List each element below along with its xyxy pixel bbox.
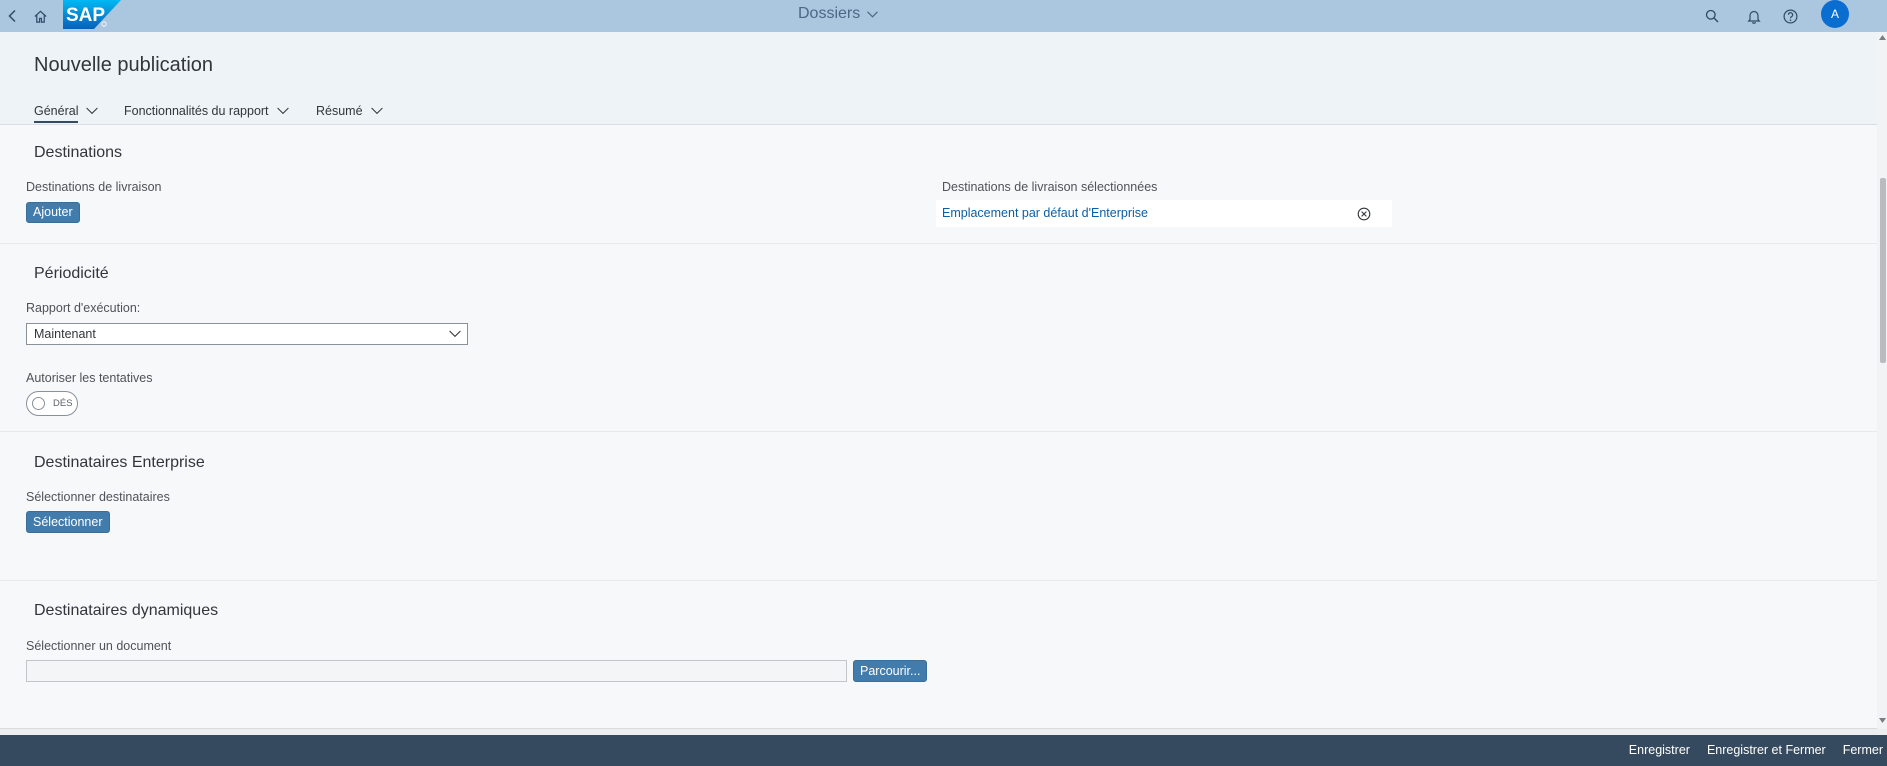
chevron-down-icon <box>867 10 879 18</box>
chevron-down-icon <box>276 107 289 115</box>
selected-destinations-list: Emplacement par défaut d'Enterprise <box>936 200 1392 227</box>
switch-knob <box>32 397 45 410</box>
section-heading: Destinataires Enterprise <box>34 454 205 471</box>
switch-state-text: DÉS <box>53 398 73 409</box>
run-report-select[interactable]: Maintenant <box>26 323 468 345</box>
tab-general[interactable]: Général <box>34 103 99 119</box>
tab-label: Général <box>34 104 79 118</box>
user-avatar[interactable]: A <box>1821 0 1849 28</box>
select-recipients-button[interactable]: Sélectionner <box>26 511 110 533</box>
section-heading: Destinataires dynamiques <box>34 602 219 619</box>
page-title: Nouvelle publication <box>34 54 214 76</box>
section-dynamic-recipients: Destinataires dynamiques Sélectionner un… <box>0 580 1877 729</box>
tab-report-features[interactable]: Fonctionnalités du rapport <box>124 103 289 119</box>
chevron-down-icon <box>86 107 99 115</box>
selected-destination-link[interactable]: Emplacement par défaut d'Enterprise <box>942 200 1148 227</box>
run-report-label: Rapport d'exécution: <box>26 301 141 315</box>
selected-destinations-label: Destinations de livraison sélectionnées <box>942 180 1158 194</box>
remove-destination-button[interactable] <box>1356 206 1371 221</box>
selected-tab-indicator <box>34 121 78 123</box>
scroll-up-icon[interactable] <box>1879 35 1886 40</box>
section-periodicity: Périodicité Rapport d'exécution: Mainten… <box>0 243 1877 431</box>
delivery-destinations-label: Destinations de livraison <box>26 180 162 194</box>
bell-icon <box>1747 10 1761 24</box>
sap-logo[interactable]: SAP <box>63 0 121 29</box>
select-document-label: Sélectionner un document <box>26 639 172 653</box>
close-button[interactable]: Fermer <box>1843 735 1883 766</box>
save-button[interactable]: Enregistrer <box>1629 735 1690 766</box>
tab-label: Fonctionnalités du rapport <box>124 104 269 118</box>
shell-bar: SAP Dossiers A <box>0 0 1887 32</box>
document-path-input[interactable] <box>26 660 847 682</box>
section-enterprise-recipients: Destinataires Enterprise Sélectionner de… <box>0 431 1877 580</box>
select-recipients-label: Sélectionner destinataires <box>26 490 170 504</box>
scroll-down-icon[interactable] <box>1879 718 1886 723</box>
browse-button[interactable]: Parcourir... <box>853 660 928 682</box>
allow-retries-label: Autoriser les tentatives <box>26 371 153 385</box>
logo-lettering: SAP <box>66 5 105 26</box>
footer-toolbar: Enregistrer Enregistrer et Fermer Fermer <box>0 735 1887 766</box>
help-button[interactable] <box>1779 5 1801 27</box>
footer-actions: Enregistrer Enregistrer et Fermer Fermer <box>1629 735 1883 766</box>
shell-title: Dossiers <box>798 5 861 22</box>
vertical-scrollbar[interactable] <box>1877 32 1887 729</box>
shell-title-menu[interactable]: Dossiers <box>798 4 879 24</box>
search-button[interactable] <box>1701 5 1723 27</box>
home-button[interactable] <box>29 5 51 27</box>
page-header: Nouvelle publication Général Fonctionnal… <box>0 32 1877 125</box>
section-destinations: Destinations Destinations de livraison A… <box>0 125 1877 243</box>
save-and-close-button[interactable]: Enregistrer et Fermer <box>1707 735 1826 766</box>
back-icon <box>8 9 16 23</box>
tab-label: Résumé <box>316 104 363 118</box>
allow-retries-switch[interactable]: DÉS <box>26 391 78 416</box>
clear-icon <box>1357 207 1370 220</box>
home-icon <box>33 10 47 23</box>
add-destination-button[interactable]: Ajouter <box>26 202 80 223</box>
main-content: Destinations Destinations de livraison A… <box>0 125 1877 729</box>
scrollbar-thumb[interactable] <box>1880 178 1886 363</box>
notifications-button[interactable] <box>1743 5 1765 27</box>
chevron-down-icon <box>370 107 383 115</box>
chevron-down-icon <box>449 330 461 338</box>
section-heading: Périodicité <box>34 265 109 282</box>
tab-summary[interactable]: Résumé <box>316 103 383 119</box>
section-heading: Destinations <box>34 144 123 161</box>
search-icon <box>1705 9 1719 23</box>
back-button[interactable] <box>2 5 24 27</box>
help-icon <box>1782 8 1798 24</box>
run-report-value: Maintenant <box>34 327 96 341</box>
